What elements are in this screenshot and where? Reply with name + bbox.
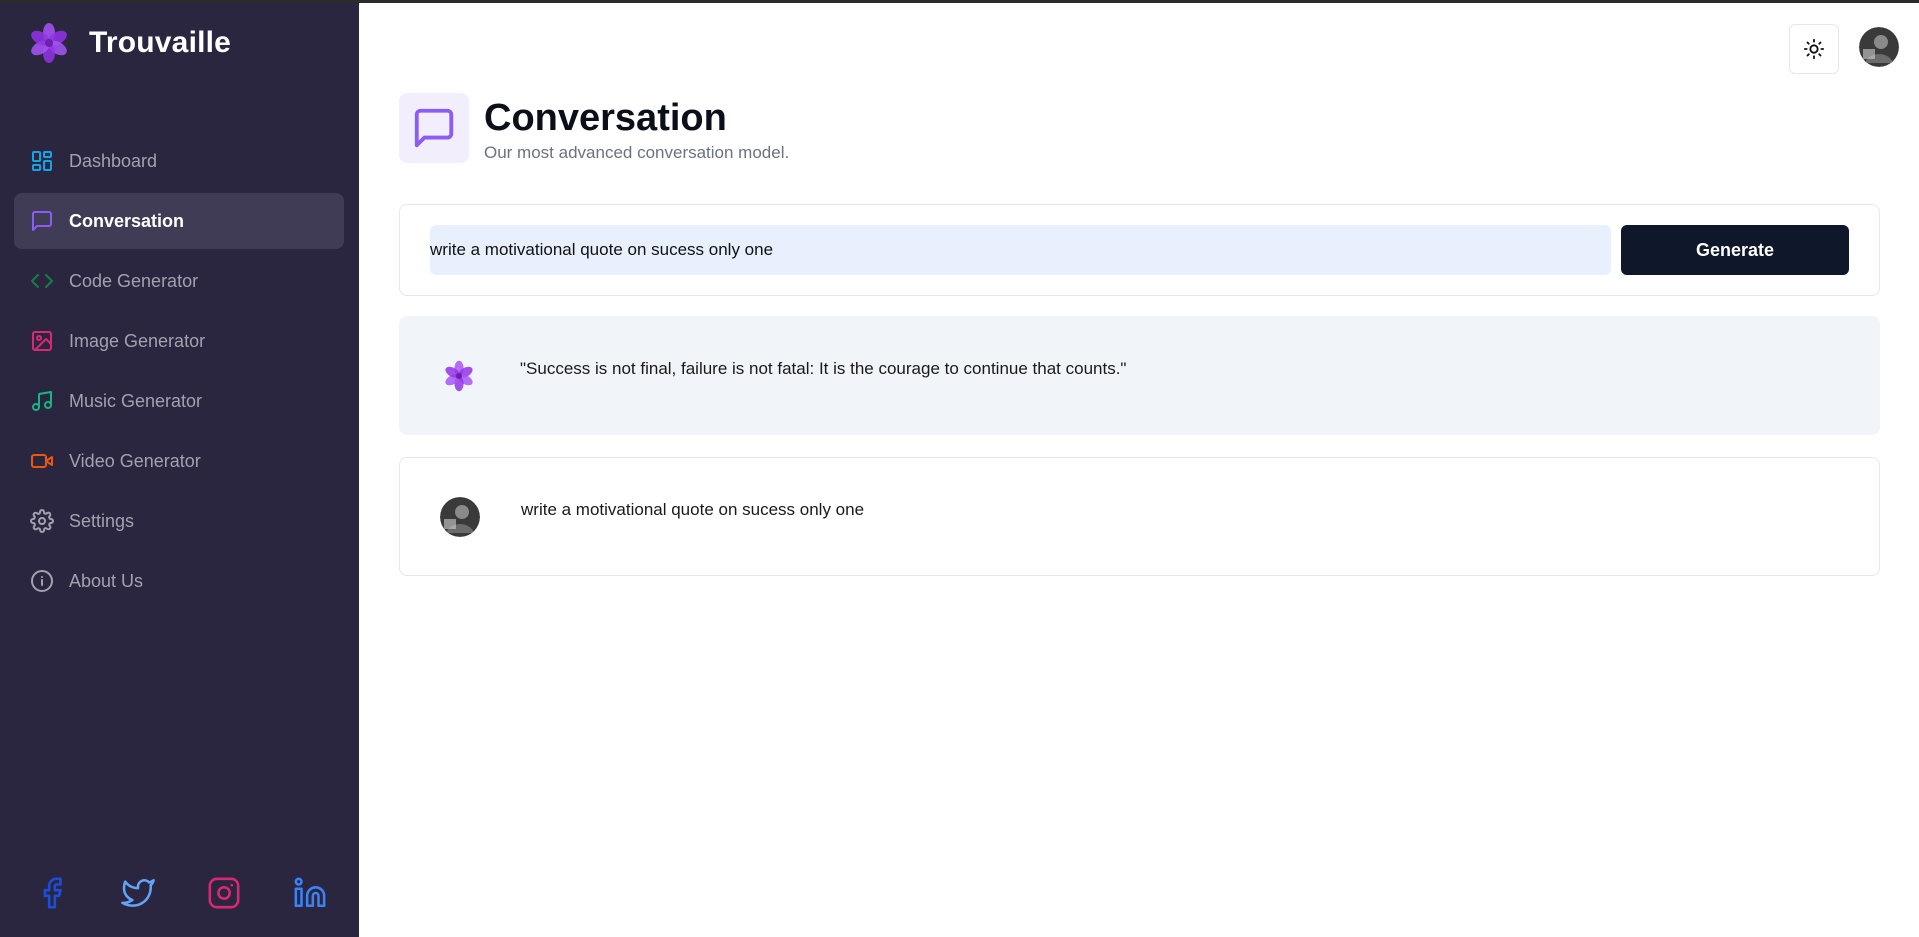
user-avatar[interactable] — [1859, 27, 1899, 67]
sidebar-item-label: Image Generator — [69, 330, 206, 351]
sidebar-nav: Dashboard Conversation Code Generator Im… — [14, 133, 344, 613]
bot-message: "Success is not final, failure is not fa… — [399, 316, 1880, 435]
sidebar-item-music-generator[interactable]: Music Generator — [14, 373, 344, 429]
message-icon — [30, 209, 54, 233]
sidebar-item-video-generator[interactable]: Video Generator — [14, 433, 344, 489]
linkedin-link[interactable] — [293, 876, 327, 910]
info-icon — [30, 569, 54, 593]
sidebar-item-label: Video Generator — [69, 450, 201, 471]
facebook-link[interactable] — [35, 876, 69, 910]
message-icon — [414, 108, 454, 148]
sidebar-item-about-us[interactable]: About Us — [14, 553, 344, 609]
dashboard-icon — [30, 149, 54, 173]
music-icon — [30, 389, 54, 413]
sidebar-item-label: Code Generator — [69, 270, 199, 291]
flower-logo-icon — [31, 23, 67, 63]
sidebar-item-dashboard[interactable]: Dashboard — [14, 133, 344, 189]
sidebar-item-conversation[interactable]: Conversation — [14, 193, 344, 249]
sidebar-item-label: Settings — [69, 510, 135, 531]
window-top-border — [0, 0, 1919, 3]
social-links — [35, 876, 327, 910]
instagram-link[interactable] — [207, 876, 241, 910]
twitter-link[interactable] — [121, 876, 155, 910]
sidebar-item-settings[interactable]: Settings — [14, 493, 344, 549]
conversation-heading-icon-box — [399, 93, 469, 163]
prompt-input[interactable] — [430, 225, 1611, 275]
generate-button[interactable]: Generate — [1621, 225, 1849, 275]
sun-icon — [1803, 38, 1825, 60]
twitter-icon — [121, 878, 155, 907]
sidebar-item-code-generator[interactable]: Code Generator — [14, 253, 344, 309]
sidebar-item-label: Dashboard — [69, 150, 158, 171]
bot-message-text: "Success is not final, failure is not fa… — [520, 359, 1127, 378]
prompt-form: Generate — [399, 204, 1880, 296]
user-message-text: write a motivational quote on sucess onl… — [521, 500, 865, 519]
user-message-avatar — [440, 496, 480, 537]
image-icon — [30, 329, 54, 353]
bot-avatar-flower-icon — [439, 356, 479, 396]
app-name: Trouvaille — [89, 26, 232, 59]
code-icon — [30, 269, 54, 293]
video-icon — [30, 449, 54, 473]
page-subtitle: Our most advanced conversation model. — [484, 143, 790, 162]
sidebar-item-label: About Us — [69, 570, 144, 591]
instagram-icon — [208, 877, 240, 909]
sidebar-item-label: Music Generator — [69, 390, 203, 411]
sidebar-item-label: Conversation — [69, 210, 185, 231]
page-title: Conversation — [484, 97, 727, 139]
facebook-icon — [43, 877, 62, 909]
sidebar: Trouvaille Dashboard Conversation Code G… — [0, 0, 359, 937]
linkedin-icon — [294, 877, 326, 908]
theme-toggle-button[interactable] — [1789, 24, 1839, 74]
sidebar-item-image-generator[interactable]: Image Generator — [14, 313, 344, 369]
user-message: write a motivational quote on sucess onl… — [399, 457, 1880, 576]
gear-icon — [30, 509, 54, 533]
brand[interactable]: Trouvaille — [28, 22, 231, 64]
